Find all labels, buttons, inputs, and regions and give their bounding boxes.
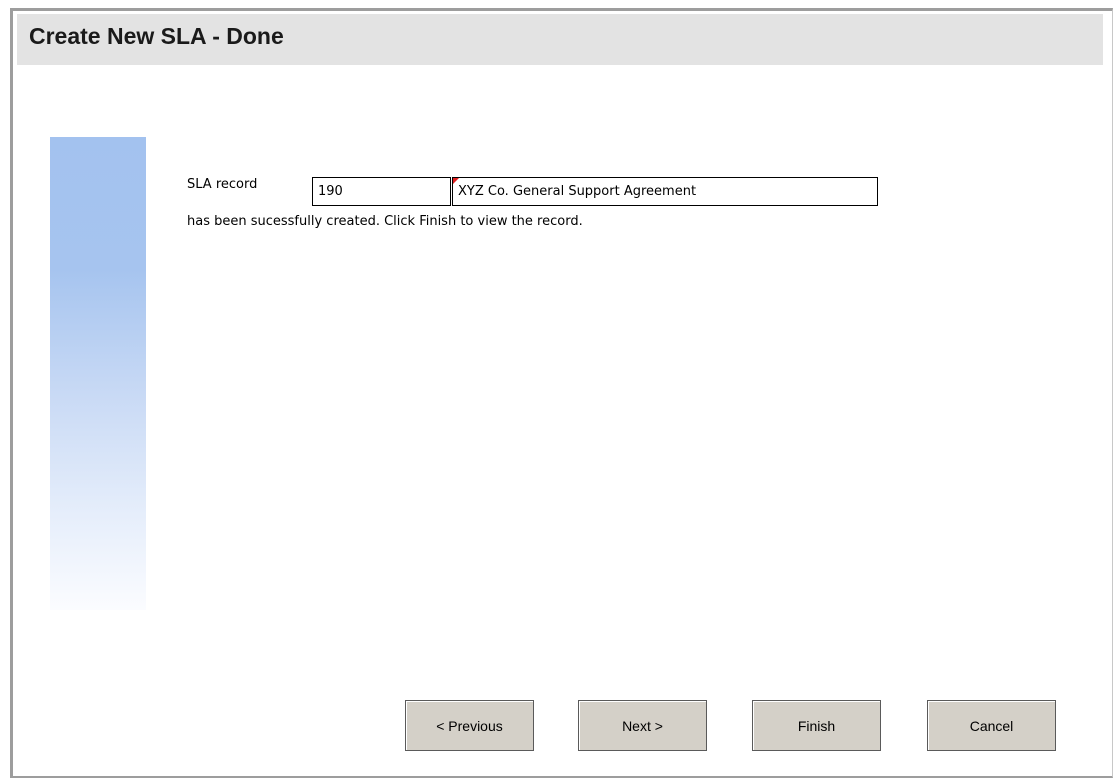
sla-id-field[interactable] [312,177,451,206]
next-button[interactable]: Next > [578,700,707,751]
required-field-marker-icon [453,178,459,184]
previous-button[interactable]: < Previous [405,700,534,751]
title-bar: Create New SLA - Done [17,14,1103,65]
sla-name-field[interactable] [452,177,878,206]
finish-button[interactable]: Finish [752,700,881,751]
success-message: has been sucessfully created. Click Fini… [187,214,583,229]
side-gradient-panel [50,137,146,610]
sla-record-label: SLA record [187,177,258,192]
wizard-window [10,8,1113,778]
page-title: Create New SLA - Done [29,23,284,49]
cancel-button[interactable]: Cancel [927,700,1056,751]
